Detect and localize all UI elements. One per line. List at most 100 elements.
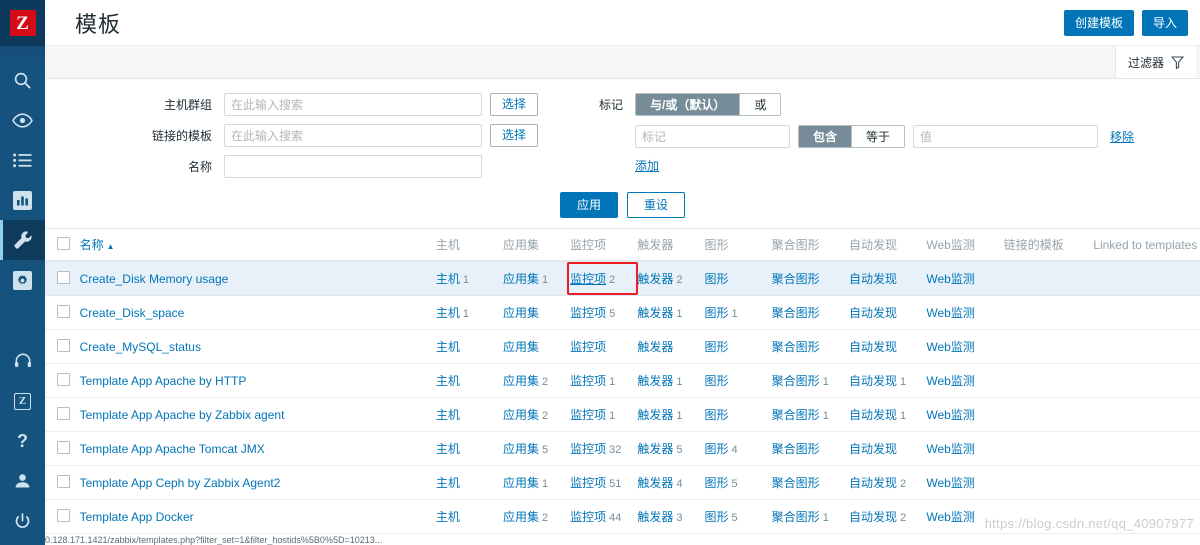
tag-operator-toggle[interactable]: 包含 等于	[798, 125, 906, 148]
tag-contains-option[interactable]: 包含	[799, 126, 852, 147]
hosts-link[interactable]: 主机	[436, 374, 460, 388]
screens-link[interactable]: 聚合图形	[772, 340, 820, 354]
template-name-link[interactable]: Create_MySQL_status	[80, 340, 201, 354]
screens-link[interactable]: 聚合图形	[772, 272, 820, 286]
header-name[interactable]: 名称 ▲	[79, 229, 436, 262]
host-groups-select-button[interactable]: 选择	[490, 93, 539, 116]
applications-link[interactable]: 应用集	[503, 272, 539, 286]
applications-link[interactable]: 应用集	[503, 408, 539, 422]
screens-link[interactable]: 聚合图形	[772, 306, 820, 320]
graphs-link[interactable]: 图形	[705, 374, 729, 388]
triggers-link[interactable]: 触发器	[637, 374, 673, 388]
template-name-link[interactable]: Template App Apache by Zabbix agent	[80, 408, 285, 422]
row-checkbox[interactable]	[57, 372, 70, 386]
graphs-link[interactable]: 图形	[705, 442, 729, 456]
tag-add-link[interactable]: 添加	[635, 157, 659, 174]
table-row[interactable]: Template App Apache by HTTP 主机 应用集 2 监控项 1 触发器…	[45, 363, 1200, 398]
row-checkbox[interactable]	[57, 474, 70, 488]
discovery-link[interactable]: 自动发现	[849, 340, 897, 354]
web-link[interactable]: Web监测	[926, 306, 974, 320]
host-groups-input[interactable]	[224, 93, 482, 116]
header-discovery[interactable]: 自动发现	[849, 229, 927, 262]
hosts-link[interactable]: 主机	[436, 408, 460, 422]
name-input[interactable]	[224, 155, 482, 178]
discovery-link[interactable]: 自动发现	[849, 306, 897, 320]
screens-link[interactable]: 聚合图形	[772, 374, 820, 388]
header-web[interactable]: Web监测	[926, 229, 1004, 262]
items-link[interactable]: 监控项	[570, 408, 606, 422]
triggers-link[interactable]: 触发器	[637, 272, 673, 286]
applications-link[interactable]: 应用集	[503, 340, 539, 354]
tag-remove-link[interactable]: 移除	[1110, 128, 1134, 145]
table-row[interactable]: Create_Disk_space 主机 1 应用集 监控项 5 触发器 1 图形 1 聚合图形 自动…	[45, 295, 1200, 330]
create-template-button[interactable]: 创建模板	[1063, 9, 1134, 36]
items-link[interactable]: 监控项	[570, 510, 606, 524]
applications-link[interactable]: 应用集	[503, 476, 539, 490]
zabbix-logo[interactable]: Z	[0, 0, 45, 46]
web-link[interactable]: Web监测	[926, 374, 974, 388]
web-link[interactable]: Web监测	[926, 476, 974, 490]
screens-link[interactable]: 聚合图形	[772, 408, 820, 422]
tags-andor-option[interactable]: 与/或（默认）	[636, 94, 740, 115]
items-link[interactable]: 监控项	[570, 442, 606, 456]
row-checkbox[interactable]	[57, 406, 70, 420]
tag-equals-option[interactable]: 等于	[851, 126, 905, 147]
triggers-link[interactable]: 触发器	[637, 476, 673, 490]
sidebar-item-help[interactable]: ?	[0, 421, 45, 461]
discovery-link[interactable]: 自动发现	[849, 510, 897, 524]
graphs-link[interactable]: 图形	[705, 408, 729, 422]
discovery-link[interactable]: 自动发现	[849, 476, 897, 490]
applications-link[interactable]: 应用集	[503, 442, 539, 456]
import-button[interactable]: 导入	[1141, 9, 1188, 36]
table-row[interactable]: Template App Docker 主机 应用集 2 监控项 44 触发器 3 图形 5 聚合图…	[45, 499, 1200, 534]
hosts-link[interactable]: 主机	[436, 442, 460, 456]
linked-templates-input[interactable]	[224, 124, 482, 147]
row-checkbox[interactable]	[57, 270, 70, 284]
template-name-link[interactable]: Create_Disk Memory usage	[80, 272, 229, 286]
hosts-link[interactable]: 主机	[436, 340, 460, 354]
items-link[interactable]: 监控项	[570, 340, 606, 354]
sidebar-item-configuration[interactable]	[0, 220, 45, 260]
tags-evaltype-toggle[interactable]: 与/或（默认） 或	[635, 93, 782, 116]
select-all-checkbox[interactable]	[57, 236, 70, 250]
screens-link[interactable]: 聚合图形	[772, 510, 820, 524]
row-checkbox[interactable]	[57, 338, 70, 352]
table-row[interactable]: Template App Apache Tomcat JMX 主机 应用集 5 监控项 3…	[45, 431, 1200, 466]
screens-link[interactable]: 聚合图形	[772, 476, 820, 490]
web-link[interactable]: Web监测	[926, 272, 974, 286]
tags-or-option[interactable]: 或	[739, 94, 781, 115]
table-row[interactable]: Create_MySQL_status 主机 应用集 监控项 触发器 图形 聚合图形 自动发现…	[45, 329, 1200, 364]
header-hosts[interactable]: 主机	[435, 229, 503, 262]
screens-link[interactable]: 聚合图形	[772, 442, 820, 456]
template-name-link[interactable]: Template App Apache Tomcat JMX	[80, 442, 265, 456]
items-link[interactable]: 监控项	[570, 306, 606, 320]
discovery-link[interactable]: 自动发现	[849, 374, 897, 388]
graphs-link[interactable]: 图形	[705, 510, 729, 524]
applications-link[interactable]: 应用集	[503, 306, 539, 320]
applications-link[interactable]: 应用集	[503, 374, 539, 388]
triggers-link[interactable]: 触发器	[637, 408, 673, 422]
row-checkbox[interactable]	[57, 304, 70, 318]
items-link[interactable]: 监控项	[570, 374, 606, 388]
graphs-link[interactable]: 图形	[705, 476, 729, 490]
sidebar-item-user[interactable]	[0, 461, 45, 501]
web-link[interactable]: Web监测	[926, 340, 974, 354]
header-applications[interactable]: 应用集	[502, 229, 571, 262]
hosts-link[interactable]: 主机	[436, 272, 460, 286]
discovery-link[interactable]: 自动发现	[849, 272, 897, 286]
triggers-link[interactable]: 触发器	[637, 340, 673, 354]
row-checkbox[interactable]	[57, 508, 70, 522]
template-name-link[interactable]: Create_Disk_space	[80, 306, 185, 320]
hosts-link[interactable]: 主机	[436, 306, 460, 320]
graphs-link[interactable]: 图形	[705, 340, 729, 354]
hosts-link[interactable]: 主机	[436, 476, 460, 490]
triggers-link[interactable]: 触发器	[637, 306, 673, 320]
sidebar-item-support[interactable]	[0, 341, 45, 381]
template-name-link[interactable]: Template App Docker	[80, 510, 194, 524]
sidebar-item-monitoring[interactable]	[0, 100, 45, 140]
graphs-link[interactable]: 图形	[705, 272, 729, 286]
table-row[interactable]: Create_Disk Memory usage 主机 1 应用集 1 监控项 2 触发器 2 图…	[45, 261, 1200, 296]
sidebar-item-signout[interactable]	[0, 501, 45, 541]
tag-name-input[interactable]	[635, 125, 790, 148]
discovery-link[interactable]: 自动发现	[849, 442, 897, 456]
